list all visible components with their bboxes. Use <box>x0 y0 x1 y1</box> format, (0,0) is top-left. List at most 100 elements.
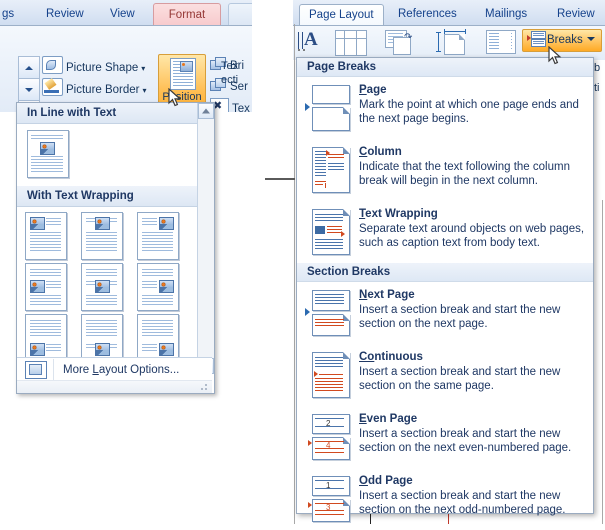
menu-section-header-section-breaks: Section Breaks <box>297 263 593 282</box>
gallery-section-header-inline: In Line with Text <box>17 103 214 124</box>
gallery-item-square-top-right[interactable] <box>137 212 179 260</box>
gallery-scroll-up-button[interactable] <box>198 103 214 119</box>
right-ribbon-body: ↷ Breaks <box>293 26 605 60</box>
menu-item-page[interactable]: Page Mark the point at which one page en… <box>297 77 593 139</box>
next-page-break-icon <box>305 288 351 338</box>
more-layout-options-label: More Layout Options... <box>63 363 180 376</box>
chevron-down-icon[interactable]: ▾ <box>141 64 145 73</box>
menu-item-odd-page[interactable]: 1 3 Odd Page Insert a section break and … <box>297 468 593 530</box>
doc-fragment-b: b <box>594 62 601 74</box>
doc-rule-mark <box>265 178 295 180</box>
picture-shape-label: Picture Shape <box>66 62 139 74</box>
gallery-inline-row <box>17 124 214 186</box>
odd-page-number-1: 1 <box>326 481 331 490</box>
menu-item-next-page-description: Insert a section break and start the new… <box>359 304 561 330</box>
menu-item-page-description: Mark the point at which one page ends an… <box>359 99 579 125</box>
menu-item-page-title: Page <box>359 84 387 96</box>
picture-border-button[interactable]: Picture Border ▾ <box>42 78 162 100</box>
gallery-item-square-middle-right[interactable] <box>137 263 179 311</box>
menu-item-even-page-title: Even Page <box>359 413 418 425</box>
gallery-section-header-wrapping: With Text Wrapping <box>17 186 214 207</box>
doc-fragment-tex: Tex <box>221 60 239 72</box>
chevron-down-icon[interactable]: ▾ <box>143 86 147 95</box>
odd-page-break-icon: 1 3 <box>307 474 351 524</box>
menu-item-continuous[interactable]: Continuous Insert a section break and st… <box>297 344 593 406</box>
left-ribbon-body: Picture Shape▾ Picture Border▾ Picture E… <box>0 26 252 112</box>
picture-shape-icon <box>42 56 63 74</box>
menu-item-even-page[interactable]: 2 4 Even Page Insert a section break and… <box>297 406 593 468</box>
gallery-item-square-middle-left[interactable] <box>25 263 67 311</box>
menu-item-column-description: Indicate that the text following the col… <box>359 161 570 187</box>
picture-border-label: Picture Border <box>66 84 140 96</box>
submenu-arrow-icon <box>305 308 310 316</box>
gallery-item-square-bottom-left[interactable] <box>25 314 67 362</box>
tab-mailings[interactable]: Mailings <box>476 4 536 26</box>
menu-item-text-wrapping-description: Separate text around objects on web page… <box>359 223 585 249</box>
menu-item-text-wrapping[interactable]: Text Wrapping Separate text around objec… <box>297 201 593 263</box>
scroll-down-button[interactable] <box>18 78 40 101</box>
tab-format[interactable]: Format <box>153 3 221 27</box>
menu-item-column-title: Column <box>359 146 402 158</box>
even-page-number-4: 4 <box>326 441 331 450</box>
menu-item-text-wrapping-title: Text Wrapping <box>359 208 438 220</box>
position-icon <box>170 58 196 90</box>
gallery-scrollbar[interactable] <box>197 103 214 374</box>
size-icon[interactable] <box>436 29 470 55</box>
even-page-number-2: 2 <box>326 419 331 428</box>
layout-options-icon <box>25 360 47 379</box>
tab-review[interactable]: Review <box>36 3 94 26</box>
orientation-icon[interactable]: ↷ <box>385 30 415 55</box>
menu-item-next-page-title: Next Page <box>359 289 415 301</box>
tab-page-layout[interactable]: Page Layout <box>299 4 384 27</box>
odd-page-number-3: 3 <box>326 503 331 512</box>
tab-next-clipped[interactable] <box>228 3 252 27</box>
tab-mailings-clipped[interactable]: gs <box>0 3 24 26</box>
gallery-item-square-bottom-right[interactable] <box>137 314 179 362</box>
gallery-item-square-top-left[interactable] <box>25 212 67 260</box>
divider <box>53 359 54 380</box>
more-layout-options-button[interactable]: More Layout Options... <box>17 357 212 381</box>
tab-view[interactable]: View <box>100 3 145 26</box>
text-wrapping-button[interactable]: Tex <box>210 96 252 112</box>
gallery-item-square-bottom-center[interactable] <box>81 314 123 362</box>
breaks-button[interactable]: Breaks <box>522 29 602 52</box>
breaks-dropdown-menu: Page Breaks Page Mark the point at which… <box>296 57 594 522</box>
even-page-break-icon: 2 4 <box>307 412 351 462</box>
page-layout-ribbon: Page Layout References Mailings Review ↷… <box>293 0 605 60</box>
picture-border-icon <box>42 78 63 96</box>
menu-item-column[interactable]: Column Indicate that the text following … <box>297 139 593 201</box>
page-break-icon <box>305 83 351 133</box>
gallery-item-in-line-with-text[interactable] <box>27 130 69 178</box>
chevron-down-icon[interactable] <box>586 37 595 41</box>
column-break-icon <box>307 145 351 195</box>
columns-icon[interactable] <box>486 30 516 54</box>
picture-format-ribbon: gs Review View Format Picture Shape ▾ Pic… <box>0 0 252 112</box>
gallery-resize-grip[interactable] <box>17 380 212 393</box>
menu-item-odd-page-title: Odd Page <box>359 475 413 487</box>
text-wrapping-label: Tex <box>232 103 250 112</box>
text-wrapping-break-icon <box>307 207 351 257</box>
margins-icon[interactable] <box>335 30 367 56</box>
breaks-icon <box>527 31 546 47</box>
drop-cap-icon[interactable] <box>297 29 319 52</box>
right-tab-strip: Page Layout References Mailings Review <box>293 0 605 27</box>
continuous-break-icon <box>307 350 351 400</box>
menu-item-odd-page-description: Insert a section break and start the new… <box>359 490 566 516</box>
tab-review[interactable]: Review <box>548 4 604 26</box>
scroll-up-button[interactable] <box>18 56 40 79</box>
gallery-wrapping-grid <box>17 207 195 367</box>
gallery-item-square-middle-center[interactable] <box>81 263 123 311</box>
picture-shape-button[interactable]: Picture Shape ▾ <box>42 56 162 78</box>
gallery-item-square-top-center[interactable] <box>81 212 123 260</box>
left-tab-strip: gs Review View Format <box>0 0 252 27</box>
submenu-arrow-icon <box>305 103 310 111</box>
menu-item-continuous-description: Insert a section break and start the new… <box>359 366 561 392</box>
doc-right-edge <box>602 200 603 524</box>
breaks-button-label: Breaks <box>547 34 583 46</box>
menu-item-continuous-title: Continuous <box>359 351 423 363</box>
menu-item-next-page[interactable]: Next Page Insert a section break and sta… <box>297 282 593 344</box>
menu-item-even-page-description: Insert a section break and start the new… <box>359 428 572 454</box>
position-gallery-dropdown: In Line with Text With Text Wrapping Mor… <box>16 102 215 394</box>
doc-left-edge <box>294 24 295 524</box>
tab-references[interactable]: References <box>389 4 466 26</box>
